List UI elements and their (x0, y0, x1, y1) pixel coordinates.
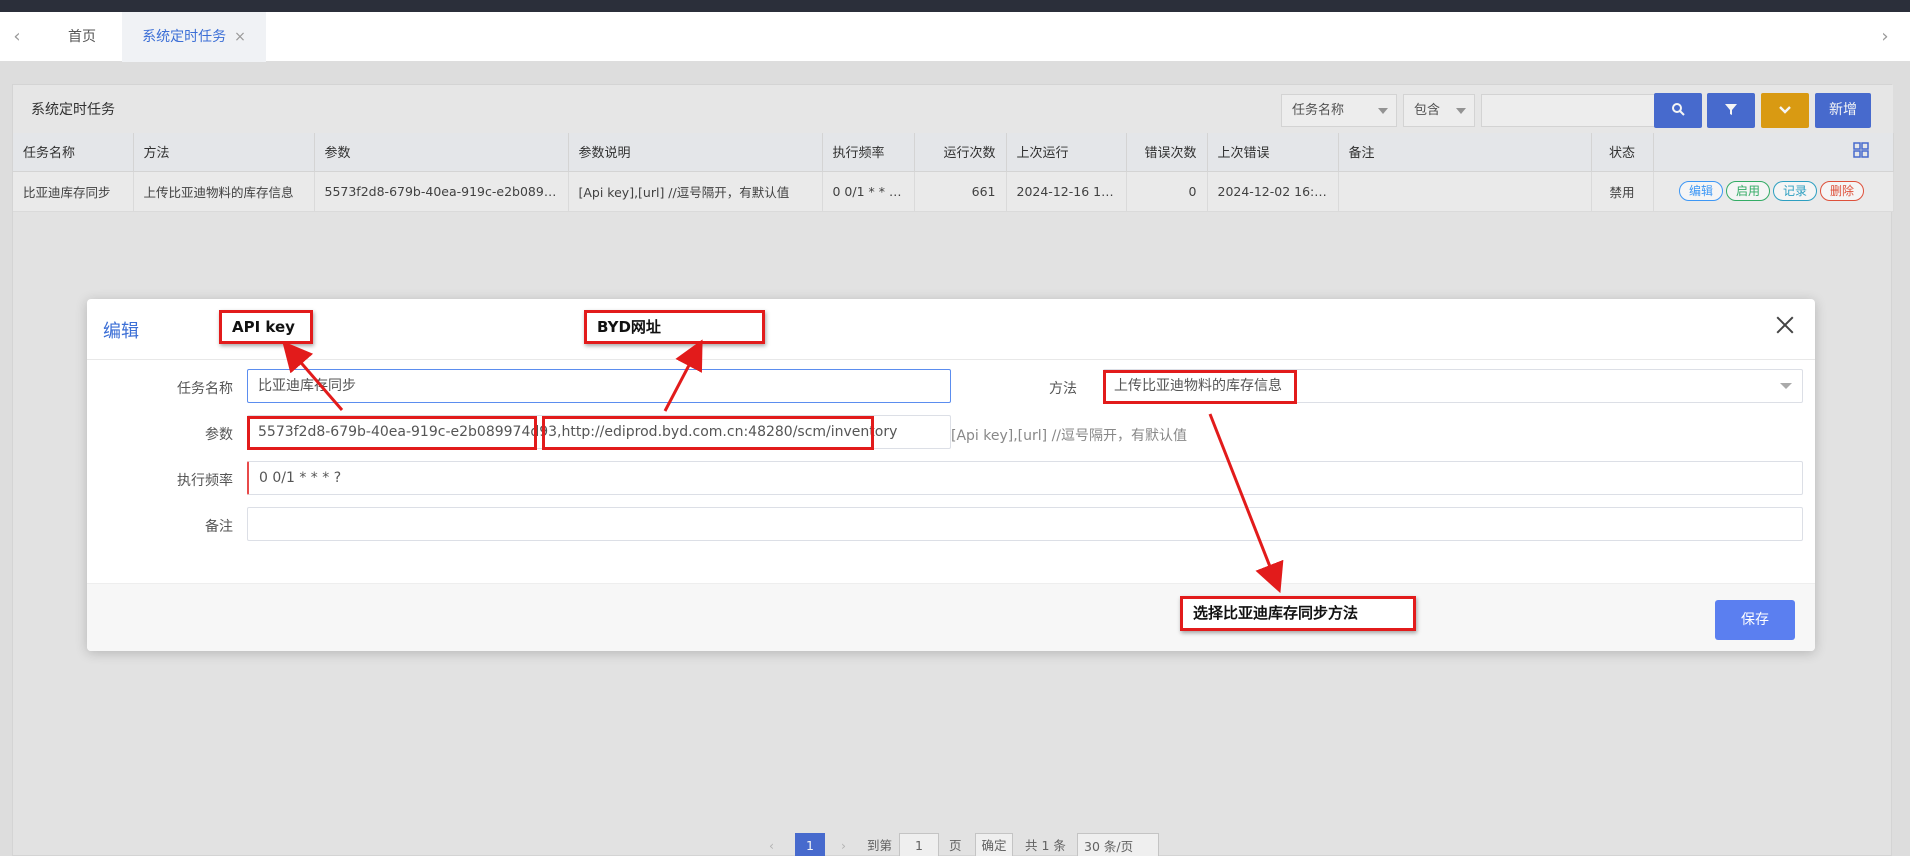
tab-close-icon[interactable]: × (234, 29, 246, 45)
remark-label: 备注 (205, 519, 233, 535)
dialog-divider (87, 359, 1815, 360)
tab-home[interactable]: 首页 (50, 12, 114, 62)
edit-dialog: 编辑 任务名称 比亚迪库存同步 方法 上传比亚迪物料的库存信息 参数 5573f… (87, 299, 1815, 651)
method-label: 方法 (1049, 381, 1077, 397)
task-name-label: 任务名称 (177, 381, 233, 397)
dialog-title: 编辑 (103, 321, 139, 342)
annotation-byd-url: BYD网址 (584, 310, 765, 344)
save-button[interactable]: 保存 (1715, 600, 1795, 640)
url-highlight-frame (542, 416, 874, 450)
tab-bar: ‹ 首页 系统定时任务 × › (0, 12, 1910, 62)
dialog-footer: 保存 (87, 583, 1815, 651)
params-hint: [Api key],[url] //逗号隔开，有默认值 (951, 428, 1188, 444)
tab-home-label: 首页 (68, 29, 96, 45)
close-icon[interactable] (1773, 313, 1797, 337)
cron-label: 执行频率 (177, 473, 233, 489)
api-key-highlight-frame (247, 416, 537, 450)
params-label: 参数 (205, 427, 233, 443)
annotation-api-key: API key (219, 310, 313, 344)
tab-prev-icon[interactable]: ‹ (2, 12, 32, 62)
chevron-down-icon (1780, 383, 1792, 389)
annotation-method: 选择比亚迪库存同步方法 (1180, 596, 1416, 631)
task-name-input[interactable]: 比亚迪库存同步 (247, 369, 951, 403)
tab-scheduled-tasks[interactable]: 系统定时任务 × (122, 12, 266, 62)
tab-scheduled-tasks-label: 系统定时任务 (142, 29, 227, 45)
tab-next-icon[interactable]: › (1870, 12, 1900, 62)
remark-input[interactable] (247, 507, 1803, 541)
window-top-bar (0, 0, 1910, 12)
method-highlight-frame (1103, 370, 1297, 404)
cron-input[interactable]: 0 0/1 * * * ? (247, 461, 1803, 495)
